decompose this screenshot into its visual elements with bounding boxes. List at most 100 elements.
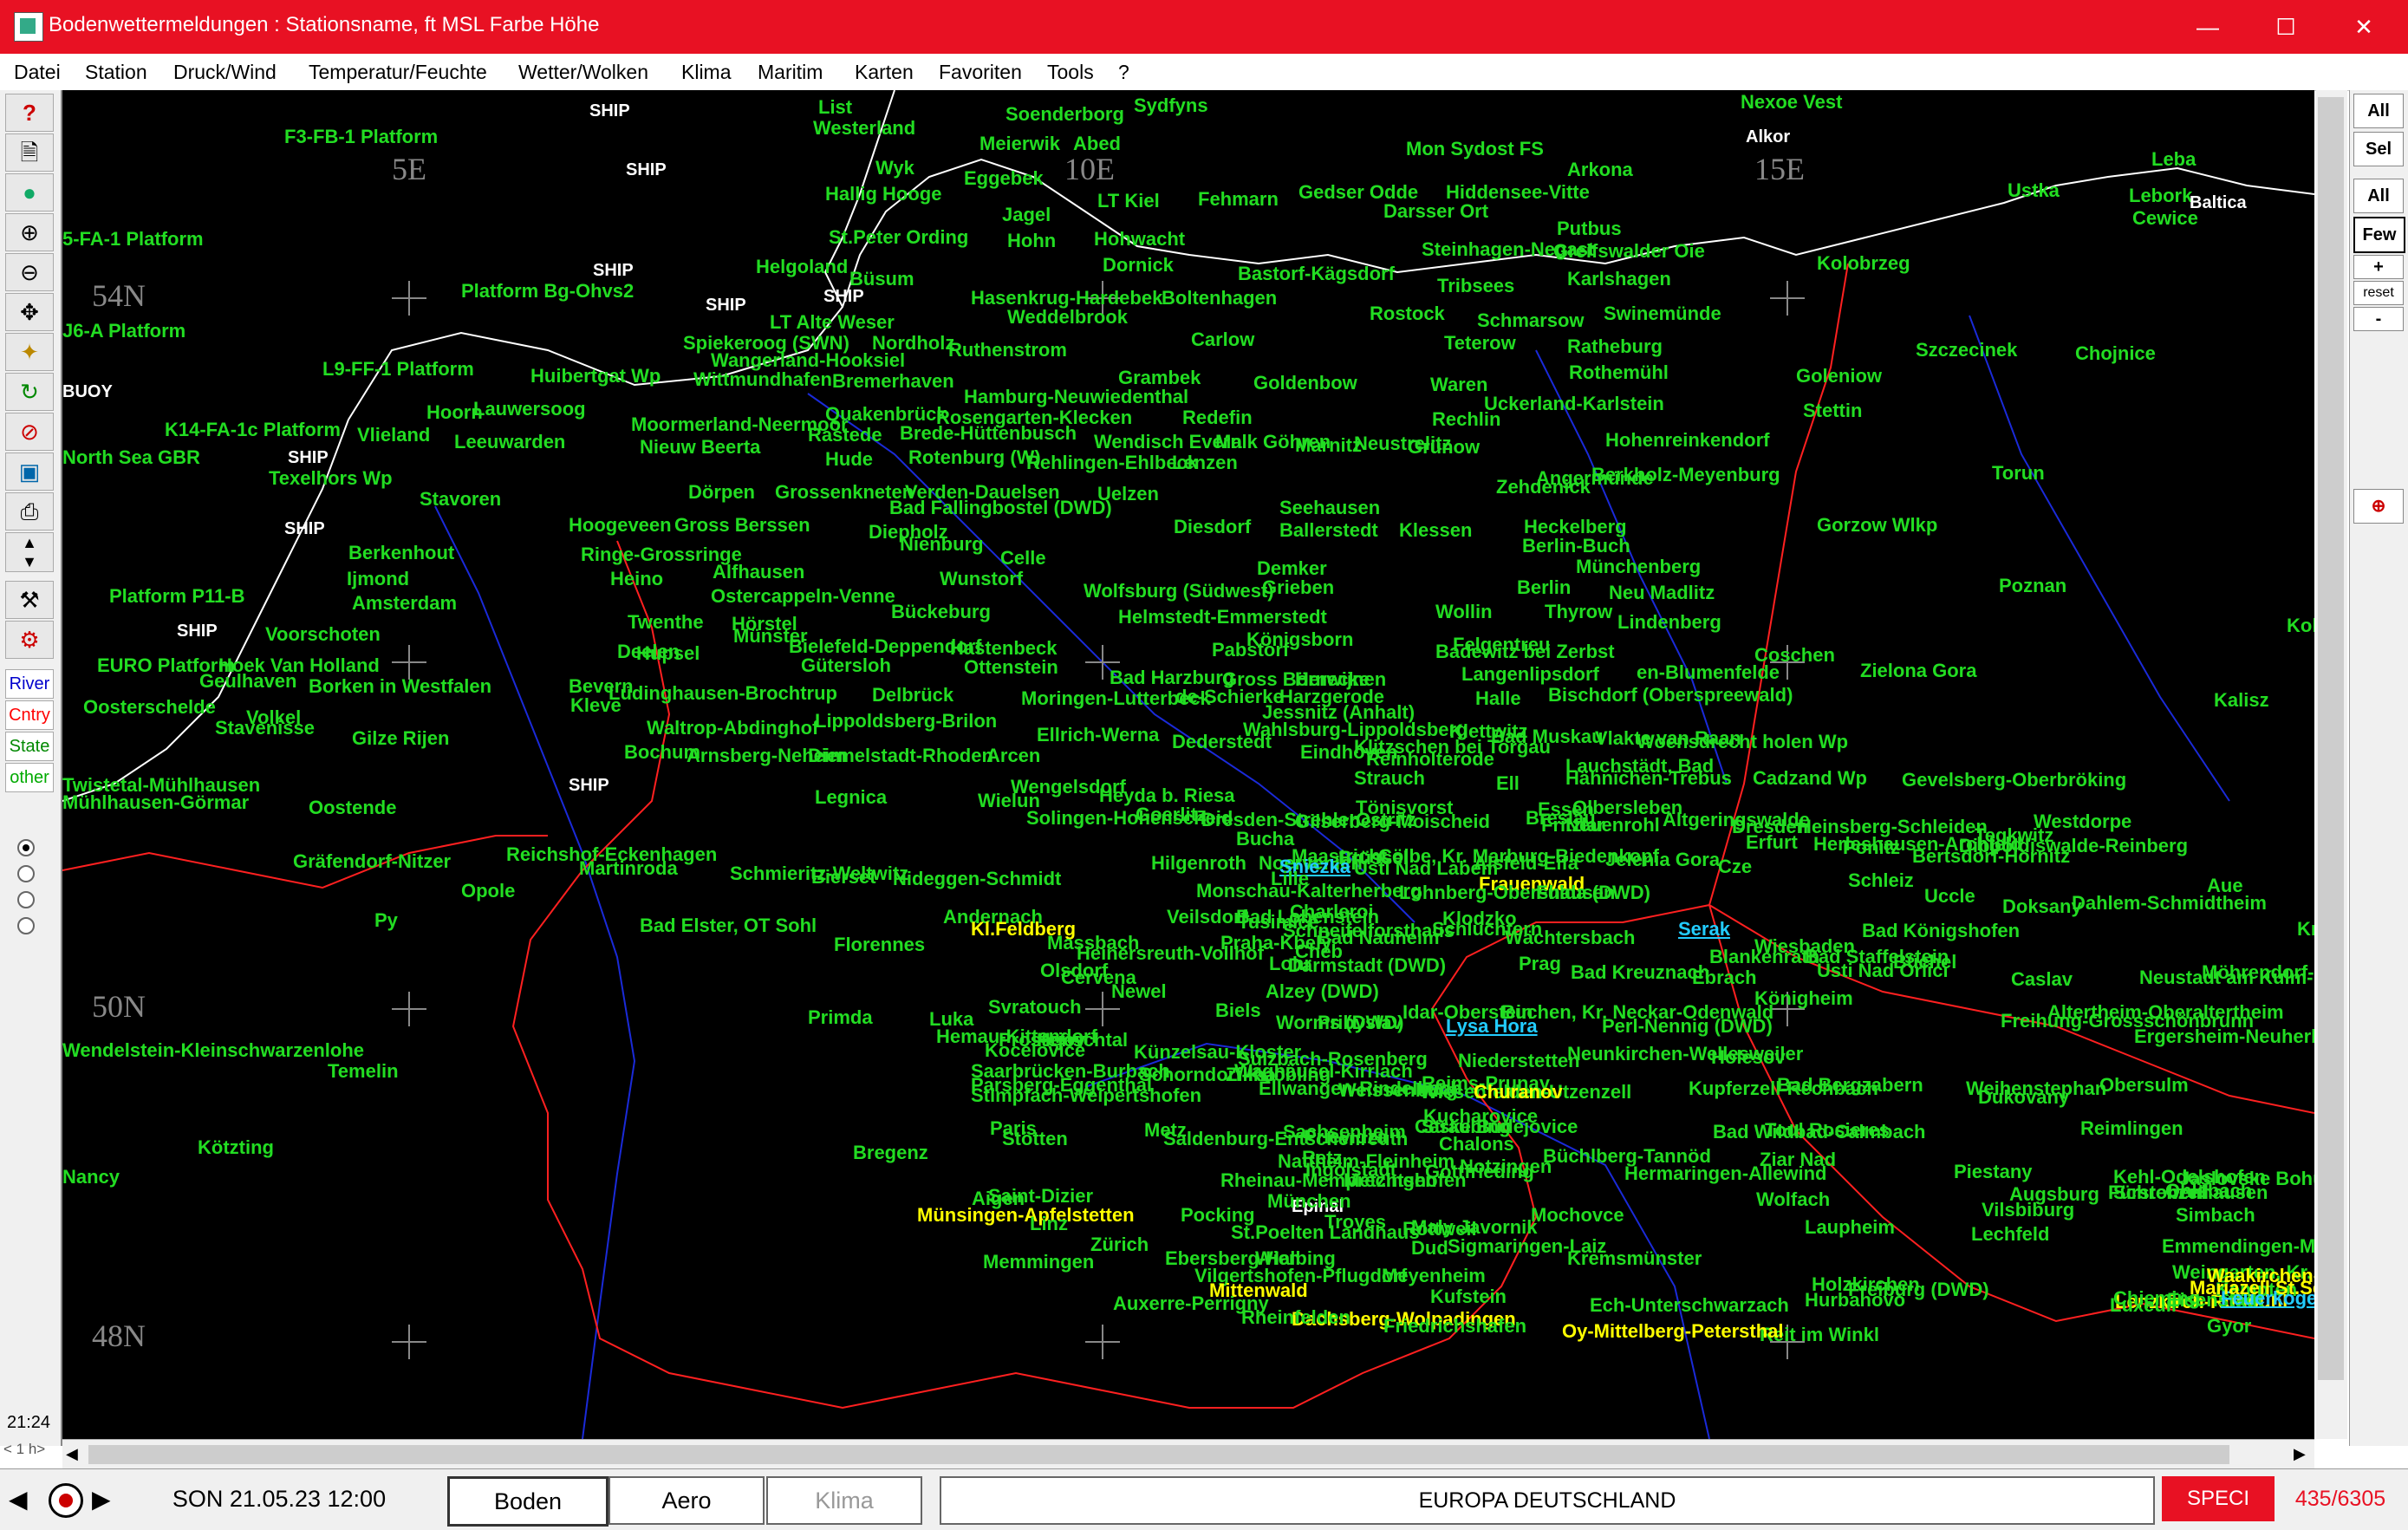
station-label[interactable]: Hude xyxy=(825,449,873,470)
menu-tools[interactable]: Tools xyxy=(1047,61,1094,84)
wand-icon[interactable]: ✦ xyxy=(5,333,54,371)
scroll-right-icon[interactable]: ▶ xyxy=(2294,1445,2306,1463)
station-label[interactable]: Wollin xyxy=(1435,602,1493,622)
station-label[interactable]: Wolfsburg (Südwest) xyxy=(1084,581,1274,602)
station-label[interactable]: K14-FA-1c Platform xyxy=(165,420,341,440)
station-label[interactable]: Rechlin xyxy=(1432,409,1500,430)
density-minus-button[interactable]: - xyxy=(2353,307,2404,331)
station-label[interactable]: Platform Bg-Ohvs2 xyxy=(461,281,634,302)
station-label[interactable]: Gevelsberg-Oberbröking xyxy=(1902,770,2126,791)
help-icon[interactable]: ? xyxy=(5,94,54,132)
station-label[interactable]: Dornick xyxy=(1103,255,1174,276)
station-label[interactable]: Mühlhausen-Görmar xyxy=(62,792,249,813)
station-label[interactable]: Redefin xyxy=(1182,407,1253,428)
station-label[interactable]: Hoogeveen xyxy=(569,515,672,536)
map-canvas[interactable]: 5E 10E 15E 54N 50N 48N SHIP F3-FB-1 Platform Li… xyxy=(62,90,2314,1439)
updown-icon[interactable]: ▲ ▼ xyxy=(5,532,54,572)
station-label[interactable]: Ratheburg xyxy=(1567,336,1663,357)
station-label[interactable]: Rehlingen-Ehlbeck xyxy=(1026,452,1198,473)
station-label[interactable]: St.Peter Ording xyxy=(829,227,968,248)
scroll-left-icon[interactable]: ◀ xyxy=(66,1445,78,1463)
radio-option-4[interactable] xyxy=(17,917,35,934)
station-label[interactable]: München xyxy=(1267,1191,1351,1212)
station-label[interactable]: Berlin-Buch xyxy=(1522,536,1630,557)
station-label[interactable]: LT Kiel xyxy=(1097,191,1160,212)
station-label[interactable]: Chojnice xyxy=(2075,343,2156,364)
station-label[interactable]: Bad Kreuznach xyxy=(1571,962,1709,983)
station-label[interactable]: Marnitz xyxy=(1295,435,1362,456)
show-all-button[interactable]: All xyxy=(2353,94,2404,128)
menu-druck-wind[interactable]: Druck/Wind xyxy=(173,61,277,84)
station-label[interactable]: Alfhausen xyxy=(713,562,804,583)
station-label[interactable]: Brede-Hüttenbusch xyxy=(900,423,1077,444)
station-label[interactable]: Prag xyxy=(1519,954,1561,974)
station-label[interactable]: Delbrück xyxy=(872,685,953,706)
station-label[interactable]: Florennes xyxy=(834,934,925,955)
station-label[interactable]: Seehausen xyxy=(1279,498,1380,518)
station-label[interactable]: Martinroda xyxy=(579,858,678,879)
station-label[interactable]: Eggebek xyxy=(964,168,1044,189)
station-label[interactable]: Rheinfelden xyxy=(1241,1307,1350,1328)
station-label[interactable]: Gross Berssen xyxy=(674,515,810,536)
station-label[interactable]: Woensdrecht holen Wp xyxy=(1637,732,1848,752)
station-label[interactable]: Gräfendorf-Nitzer xyxy=(293,851,451,872)
station-label[interactable]: Diesdorf xyxy=(1174,517,1251,537)
selected-button[interactable]: Sel xyxy=(2353,132,2404,166)
station-label[interactable]: Gilserberg-Moischeid xyxy=(1295,811,1490,832)
menu-temperatur-feuchte[interactable]: Temperatur/Feuchte xyxy=(309,61,487,84)
station-label[interactable]: Kufstein xyxy=(1430,1286,1507,1307)
station-label[interactable]: Leba xyxy=(2151,149,2196,170)
station-label[interactable]: Luxeuil xyxy=(2110,1295,2177,1316)
vertical-scrollbar[interactable] xyxy=(2316,90,2347,1439)
station-label[interactable]: Serak xyxy=(1678,919,1730,940)
settings-icon[interactable]: ⚙ xyxy=(5,621,54,659)
station-label[interactable]: Ballerstedt xyxy=(1279,520,1378,541)
document-icon[interactable]: 🗎 xyxy=(5,133,54,172)
station-label[interactable]: Bertsdorf-Hörnitz xyxy=(1912,846,2070,867)
station-label[interactable]: Ijmond xyxy=(347,569,409,589)
next-time-icon[interactable]: ▶ xyxy=(92,1485,111,1514)
station-label[interactable]: Reimlingen xyxy=(2080,1118,2183,1139)
station-label[interactable]: SHIP xyxy=(626,160,667,180)
station-label[interactable]: Baltica xyxy=(2190,192,2247,213)
station-label[interactable]: Emmendingen-Mundingen xyxy=(2162,1236,2314,1257)
station-label[interactable]: Kremsmünster xyxy=(1567,1248,1702,1269)
layer-river[interactable]: River xyxy=(5,669,54,699)
station-label[interactable]: Abed xyxy=(1073,133,1121,154)
globe-icon[interactable]: ● xyxy=(5,173,54,212)
station-label[interactable]: Temelin xyxy=(328,1061,399,1082)
station-label[interactable]: Bad Königshofen xyxy=(1862,921,2020,941)
station-label[interactable]: Swinemünde xyxy=(1604,303,1721,324)
station-label[interactable]: Weddelbrook xyxy=(1007,307,1128,328)
station-label[interactable]: Lebork xyxy=(2129,186,2192,206)
station-label[interactable]: Memmingen xyxy=(983,1252,1094,1273)
layer-country[interactable]: Cntry xyxy=(5,700,54,730)
station-label[interactable]: Hupsel xyxy=(636,643,700,664)
station-label[interactable]: Wyk xyxy=(875,158,914,179)
menu-wetter-wolken[interactable]: Wetter/Wolken xyxy=(518,61,648,84)
station-label[interactable]: Arcen xyxy=(986,745,1040,766)
station-label[interactable]: Obersulm xyxy=(2099,1075,2189,1096)
station-label[interactable]: Torun xyxy=(1992,463,2045,484)
station-label[interactable]: Alkor xyxy=(1746,127,1790,147)
station-label[interactable]: Boltenhagen xyxy=(1162,288,1277,309)
station-label[interactable]: Erfurt xyxy=(1746,832,1798,853)
radio-option-3[interactable] xyxy=(17,891,35,908)
station-label[interactable]: Kronach xyxy=(2297,919,2314,940)
station-label[interactable]: Uckerland-Karlstein xyxy=(1484,394,1664,414)
station-label[interactable]: Mariazell St.Sebastian xyxy=(2190,1278,2314,1299)
station-label[interactable]: Wächtersbach xyxy=(1505,928,1635,948)
station-label[interactable]: Meierwik xyxy=(979,133,1060,154)
station-label[interactable]: L9-FF-1 Platform xyxy=(322,359,474,380)
station-label[interactable]: Neuenrohl xyxy=(1565,815,1660,836)
station-label[interactable]: Bierset xyxy=(811,867,876,888)
density-few-button[interactable]: Few xyxy=(2353,217,2405,253)
station-label[interactable]: Niederstetten xyxy=(1458,1051,1580,1071)
station-label[interactable]: Ponitz xyxy=(1843,837,1900,858)
station-label[interactable]: Dörpen xyxy=(688,482,755,503)
refresh-icon[interactable]: ↻ xyxy=(5,373,54,411)
station-label[interactable]: Lechfeld xyxy=(1971,1224,2049,1245)
station-label[interactable]: Monschau-Kalterherberg xyxy=(1196,881,1422,902)
station-label[interactable]: Pabstorf xyxy=(1212,640,1289,661)
station-label[interactable]: Stavoren xyxy=(420,489,501,510)
